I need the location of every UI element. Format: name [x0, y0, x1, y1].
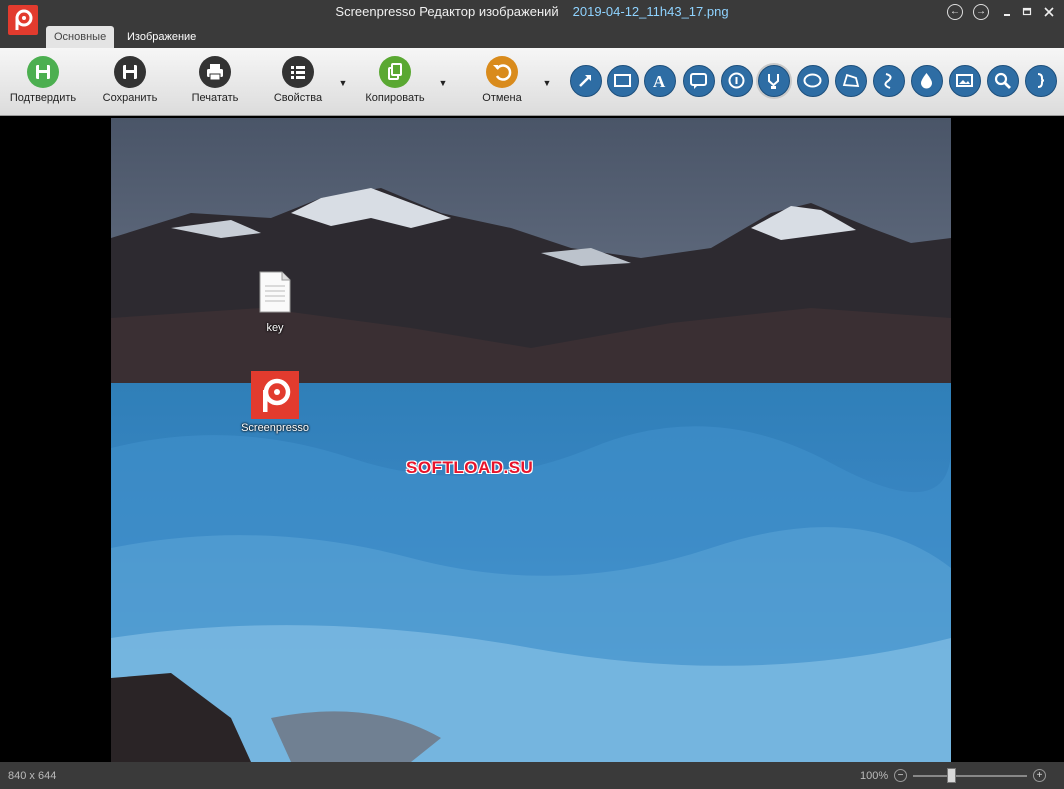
- ribbon-tabs: Основные Изображение: [0, 24, 1064, 48]
- screenshot-image[interactable]: key Screenpresso SOFTLOAD.SU: [111, 118, 951, 762]
- tab-image[interactable]: Изображение: [119, 26, 204, 48]
- undo-label: Отмена: [482, 92, 522, 104]
- minimize-icon: [1004, 14, 1010, 16]
- rectangle-icon[interactable]: [607, 65, 639, 97]
- screenpresso-logo[interactable]: [8, 5, 38, 35]
- forward-icon[interactable]: →: [973, 4, 989, 20]
- undo-button[interactable]: Отмена: [462, 56, 542, 112]
- polygon-icon[interactable]: [835, 65, 867, 97]
- save-label: Сохранить: [102, 92, 158, 104]
- bracket-icon[interactable]: [1025, 65, 1057, 97]
- screenpresso-logo-icon: [15, 9, 33, 30]
- list-icon: [282, 56, 314, 88]
- screenpresso-editor-window: Screenpresso Редактор изображений 2019-04…: [0, 0, 1064, 789]
- maximize-icon: [1022, 7, 1032, 16]
- save-button[interactable]: Сохранить: [90, 56, 170, 112]
- properties-button[interactable]: Свойства: [258, 56, 338, 112]
- properties-dropdown-icon[interactable]: ▼: [338, 78, 348, 88]
- app-title: Screenpresso Редактор изображений: [335, 4, 559, 19]
- close-button[interactable]: [1040, 3, 1058, 21]
- arrow-icon[interactable]: [570, 65, 602, 97]
- callout-icon[interactable]: [683, 65, 715, 97]
- tab-main[interactable]: Основные: [46, 26, 115, 48]
- ribbon-toolbar: Подтвердить Сохранить Печатать Свойства …: [0, 48, 1064, 116]
- landscape-image: [111, 118, 951, 762]
- copy-button[interactable]: Копировать: [355, 56, 435, 112]
- undo-icon: [486, 56, 518, 88]
- zoom-slider-thumb[interactable]: [947, 768, 956, 783]
- magnifier-icon[interactable]: [987, 65, 1019, 97]
- file-icon[interactable]: [258, 271, 292, 313]
- title-bar: Screenpresso Редактор изображений 2019-04…: [0, 0, 1064, 24]
- copy-label: Копировать: [365, 92, 425, 104]
- maximize-button[interactable]: [1018, 3, 1036, 21]
- print-label: Печатать: [191, 92, 239, 104]
- zoom-out-button[interactable]: −: [894, 769, 907, 782]
- file-name: 2019-04-12_11h43_17.png: [572, 4, 729, 19]
- screenpresso-desktop-icon[interactable]: [251, 371, 299, 419]
- canvas-area[interactable]: key Screenpresso SOFTLOAD.SU: [0, 117, 1064, 762]
- zoom-in-button[interactable]: +: [1033, 769, 1046, 782]
- confirm-button[interactable]: Подтвердить: [3, 56, 83, 112]
- freehand-icon[interactable]: [873, 65, 905, 97]
- svg-text:A: A: [653, 72, 666, 91]
- highlighter-icon[interactable]: [758, 65, 790, 97]
- print-button[interactable]: Печатать: [175, 56, 255, 112]
- printer-icon: [199, 56, 231, 88]
- window-title: Screenpresso Редактор изображений 2019-04…: [0, 4, 1064, 19]
- back-icon[interactable]: ←: [947, 4, 963, 20]
- step-number-icon[interactable]: [721, 65, 753, 97]
- zoom-percentage: 100%: [860, 770, 889, 782]
- image-dimensions: 840 x 644: [8, 770, 57, 782]
- close-icon: [1044, 7, 1054, 17]
- zoom-slider[interactable]: [913, 775, 1027, 777]
- undo-dropdown-icon[interactable]: ▼: [542, 78, 552, 88]
- floppy-check-icon: [27, 56, 59, 88]
- save-icon: [114, 56, 146, 88]
- copy-icon: [379, 56, 411, 88]
- ellipse-icon[interactable]: [797, 65, 829, 97]
- watermark-text: SOFTLOAD.SU: [406, 458, 534, 477]
- properties-label: Свойства: [273, 92, 323, 104]
- image-icon[interactable]: [949, 65, 981, 97]
- status-bar: 840 x 644 100% − +: [0, 762, 1064, 789]
- minimize-button[interactable]: [998, 3, 1016, 21]
- confirm-label: Подтвердить: [9, 92, 77, 104]
- copy-dropdown-icon[interactable]: ▼: [438, 78, 448, 88]
- screenpresso-desktop-label: Screenpresso: [241, 422, 309, 434]
- file-icon-label: key: [266, 322, 284, 334]
- text-icon[interactable]: A: [644, 65, 676, 97]
- blur-icon[interactable]: [911, 65, 943, 97]
